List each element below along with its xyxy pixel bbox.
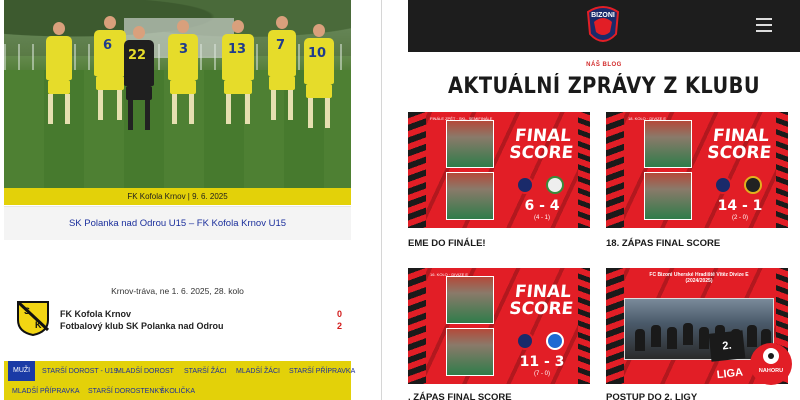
card-score: 14 - 1 <box>717 198 763 214</box>
svg-text:S: S <box>24 306 30 316</box>
final-score-label: FINAL SCORE <box>706 126 773 163</box>
away-team-row[interactable]: Fotbalový klub SK Polanka nad Odrou 2 <box>60 321 342 331</box>
card-score: 6 - 4 <box>524 198 560 214</box>
match-link-box[interactable]: SK Polanka nad Odrou U15 – FK Kofola Krn… <box>4 206 351 240</box>
team-logos <box>510 176 574 194</box>
league-badge: 2. LIGA <box>708 330 746 381</box>
jersey-number: 22 <box>128 48 147 63</box>
photo-caption: FK Kofola Krnov | 9. 6. 2025 <box>4 188 351 205</box>
home-team-score: 0 <box>336 309 342 319</box>
jersey-number: 3 <box>179 42 189 57</box>
result-meta: Krnov-tráva, ne 1. 6. 2025, 28. kolo <box>111 286 244 296</box>
match-photo <box>446 328 494 376</box>
team-logos <box>708 176 772 194</box>
subnav-item-skolicka[interactable]: ŠKOLIČKA <box>160 388 195 395</box>
subnav-item-starsi-pripravka[interactable]: STARŠÍ PŘÍPRAVKA <box>289 368 355 375</box>
polanka-crest-icon: S K <box>16 300 50 336</box>
final-score-label: FINAL SCORE <box>508 126 575 163</box>
match-photo <box>446 120 494 168</box>
player: 3 <box>166 20 200 150</box>
card-halftime: (2 - 0) <box>731 215 748 221</box>
subnav-item-starsi-dorostenky[interactable]: STARŠÍ DOROSTENKY <box>88 388 164 395</box>
player: 10 <box>302 24 336 154</box>
team-photo[interactable]: 6 22 3 13 7 10 <box>4 0 351 188</box>
left-panel: 6 22 3 13 7 10 FK Kofola Krnov | 9. 6. 2… <box>0 0 356 400</box>
subnav-item-muzi[interactable]: MUŽI <box>8 361 36 381</box>
jersey-number: 13 <box>228 42 247 57</box>
subnav-item-mladsi-pripravka[interactable]: MLADŠÍ PŘÍPRAVKA <box>12 388 80 395</box>
player <box>44 22 74 152</box>
news-card-image[interactable]: FINÁLE ZPĚT · SKL. SEMIFINÁLE FINAL SCOR… <box>408 112 590 228</box>
match-photo <box>446 172 494 220</box>
home-team-row[interactable]: FK Kofola Krnov 0 <box>60 309 342 319</box>
hamburger-menu-icon[interactable] <box>756 18 772 32</box>
jersey-number: 10 <box>308 46 327 61</box>
back-to-top-button[interactable]: NAHORU <box>750 343 792 385</box>
football-icon <box>763 348 779 364</box>
jersey-number: 7 <box>276 38 286 53</box>
player: 7 <box>266 16 298 146</box>
team-logos <box>510 332 574 350</box>
news-card-title[interactable]: 18. ZÁPAS FINAL SCORE <box>606 238 720 249</box>
final-score-label: FINAL SCORE <box>508 282 575 319</box>
away-team-name: Fotbalový klub SK Polanka nad Odrou <box>60 321 224 331</box>
bizoni-logo-icon[interactable]: BIZONI <box>584 4 622 48</box>
svg-text:K: K <box>35 320 42 330</box>
category-subnav: MUŽI STARŠÍ DOROST - U19 MLADŠÍ DOROST S… <box>4 361 355 400</box>
subnav-item-starsi-zaci[interactable]: STARŠÍ ŽÁCI <box>184 368 227 375</box>
news-card-image[interactable]: 18. KOLO · DIVIZE E FINAL SCORE 14 - 1 (… <box>606 112 788 228</box>
back-to-top-label: NAHORU <box>758 368 784 374</box>
match-title-link[interactable]: SK Polanka nad Odrou U15 – FK Kofola Krn… <box>4 207 351 241</box>
logo-text: BIZONI <box>591 12 615 19</box>
jersey-number: 6 <box>103 38 113 53</box>
subnav-item-mladsi-zaci[interactable]: MLADŠÍ ŽÁCI <box>236 368 280 375</box>
home-team-name: FK Kofola Krnov <box>60 309 131 319</box>
card-score: 11 - 3 <box>519 354 565 370</box>
away-team-score: 2 <box>336 321 342 331</box>
site-header: BIZONI <box>408 0 800 52</box>
card-halftime: (7 - 0) <box>533 371 550 377</box>
subnav-item-mladsi-dorost[interactable]: MLADŠÍ DOROST <box>116 368 174 375</box>
news-card-title[interactable]: POSTUP DO 2. LIGY <box>606 392 697 400</box>
match-photo <box>644 120 692 168</box>
section-eyebrow: Náš blog <box>586 62 622 68</box>
match-photo <box>644 172 692 220</box>
right-panel: BIZONI Náš blog AKTUÁLNÍ ZPRÁVY Z KLUBU … <box>382 0 800 400</box>
card-halftime: (4 - 1) <box>533 215 550 221</box>
news-card-image[interactable]: 16. KOLO · DIVIZE E FINAL SCORE 11 - 3 (… <box>408 268 590 384</box>
match-photo <box>446 276 494 324</box>
news-card-title[interactable]: . ZÁPAS FINAL SCORE <box>408 392 512 400</box>
subnav-item-starsi-dorost[interactable]: STARŠÍ DOROST - U19 <box>42 368 118 375</box>
section-heading: AKTUÁLNÍ ZPRÁVY Z KLUBU <box>447 74 761 99</box>
news-card-title[interactable]: EME DO FINÁLE! <box>408 238 486 249</box>
card-banner: FC Bizoni Uherské Hradiště Vítěz Divize … <box>649 272 749 284</box>
team-photo <box>624 298 774 360</box>
player: 22 <box>122 26 156 156</box>
player: 13 <box>220 20 256 150</box>
